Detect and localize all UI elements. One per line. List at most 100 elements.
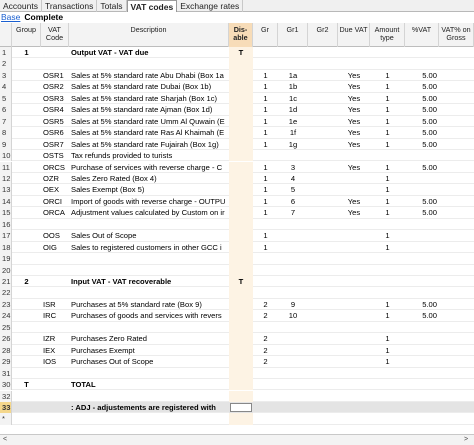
- cell-due-vat[interactable]: [338, 265, 370, 276]
- cell-gr[interactable]: [253, 402, 278, 413]
- cell-description[interactable]: Purchases Out of Scope: [69, 356, 229, 367]
- cell-due-vat[interactable]: [338, 402, 370, 413]
- cell-gr1[interactable]: [278, 322, 308, 333]
- cell-vat-on-gross[interactable]: [439, 173, 474, 184]
- cell-vat-code[interactable]: OSR7: [41, 139, 69, 150]
- cell-amount-type[interactable]: 1: [370, 162, 405, 173]
- cell-gr[interactable]: 1: [253, 162, 278, 173]
- cell-description[interactable]: Sales Zero Rated (Box 4): [69, 173, 229, 184]
- cell-group[interactable]: [12, 391, 41, 402]
- cell-vat-code[interactable]: OSTS: [41, 150, 69, 161]
- cell-amount-type[interactable]: [370, 368, 405, 379]
- cell-pct-vat[interactable]: [405, 402, 439, 413]
- cell-group[interactable]: [12, 70, 41, 81]
- cell-vat-on-gross[interactable]: [439, 276, 474, 287]
- cell-vat-on-gross[interactable]: [439, 139, 474, 150]
- cell-vat-code[interactable]: OIG: [41, 242, 69, 253]
- table-row[interactable]: 8 OSR6 Sales at 5% standard rate Ras Al Kh…: [0, 127, 474, 139]
- cell-gr1[interactable]: 7: [278, 207, 308, 218]
- cell-due-vat[interactable]: Yes: [338, 81, 370, 92]
- cell-disable[interactable]: [229, 230, 253, 242]
- table-row[interactable]: 26 IZR Purchases Zero Rated 2 1: [0, 333, 474, 345]
- cell-pct-vat[interactable]: 5.00: [405, 299, 439, 310]
- cell-gr1[interactable]: [278, 276, 308, 287]
- cell-gr2[interactable]: [308, 184, 338, 195]
- col-header-row-number[interactable]: [0, 23, 12, 47]
- cell-description[interactable]: Sales at 5% standard rate Ras Al Khaimah…: [69, 127, 229, 138]
- cell-gr[interactable]: [253, 322, 278, 333]
- cell-gr1[interactable]: [278, 356, 308, 367]
- cell-gr[interactable]: 1: [253, 184, 278, 195]
- table-row[interactable]: 23 ISR Purchases at 5% standard rate (Box …: [0, 298, 474, 311]
- cell-gr2[interactable]: [308, 196, 338, 207]
- cell-disable[interactable]: [229, 127, 253, 139]
- table-row[interactable]: 15 ORCA Adjustment values calculated by Cu…: [0, 207, 474, 219]
- cell-vat-on-gross[interactable]: [439, 196, 474, 207]
- cell-gr2[interactable]: [308, 58, 338, 69]
- cell-group[interactable]: [12, 356, 41, 367]
- cell-due-vat[interactable]: [338, 184, 370, 195]
- table-row[interactable]: 12 OZR Sales Zero Rated (Box 4) 1 4 1: [0, 172, 474, 185]
- table-row[interactable]: 14 ORCI Import of goods with reverse charg…: [0, 195, 474, 208]
- cell-gr[interactable]: 1: [253, 139, 278, 150]
- cell-disable[interactable]: [229, 241, 253, 254]
- cell-amount-type[interactable]: 1: [370, 310, 405, 321]
- cell-vat-on-gross[interactable]: [439, 379, 474, 390]
- cell-due-vat[interactable]: [338, 299, 370, 310]
- table-row[interactable]: 4 OSR2 Sales at 5% standard rate Dubai (Bo…: [0, 81, 474, 93]
- cell-gr1[interactable]: 5: [278, 184, 308, 195]
- cell-gr2[interactable]: [308, 93, 338, 104]
- cell-gr[interactable]: 1: [253, 196, 278, 207]
- cell-gr2[interactable]: [308, 265, 338, 276]
- cell-gr2[interactable]: [308, 391, 338, 402]
- cell-gr1[interactable]: 3: [278, 162, 308, 173]
- cell-group[interactable]: [12, 184, 41, 195]
- col-header-gr2[interactable]: Gr2: [308, 23, 338, 47]
- cell-amount-type[interactable]: [370, 58, 405, 69]
- cell-pct-vat[interactable]: [405, 58, 439, 69]
- cell-vat-on-gross[interactable]: [439, 391, 474, 402]
- cell-disable[interactable]: [229, 104, 253, 116]
- cell-gr[interactable]: 2: [253, 333, 278, 344]
- cell-gr[interactable]: 1: [253, 116, 278, 127]
- cell-pct-vat[interactable]: 5.00: [405, 81, 439, 92]
- cell-gr1[interactable]: [278, 402, 308, 413]
- cell-disable[interactable]: [229, 367, 253, 380]
- cell-due-vat[interactable]: [338, 253, 370, 264]
- cell-description[interactable]: [69, 58, 229, 69]
- cell-group[interactable]: [12, 207, 41, 218]
- cell-pct-vat[interactable]: [405, 253, 439, 264]
- table-row[interactable]: 31: [0, 367, 474, 380]
- cell-gr1[interactable]: 1e: [278, 116, 308, 127]
- cell-vat-on-gross[interactable]: [439, 299, 474, 310]
- cell-pct-vat[interactable]: [405, 265, 439, 276]
- cell-vat-code[interactable]: IEX: [41, 345, 69, 356]
- cell-pct-vat[interactable]: 5.00: [405, 93, 439, 104]
- cell-disable[interactable]: [229, 264, 253, 276]
- cell-vat-code[interactable]: [41, 265, 69, 276]
- cell-amount-type[interactable]: [370, 276, 405, 287]
- cell-vat-code[interactable]: ORCA: [41, 207, 69, 218]
- horizontal-scrollbar[interactable]: < >: [0, 434, 474, 445]
- cell-due-vat[interactable]: Yes: [338, 207, 370, 218]
- cell-group[interactable]: [12, 299, 41, 310]
- table-row[interactable]: 30 T TOTAL: [0, 379, 474, 391]
- cell-pct-vat[interactable]: [405, 219, 439, 230]
- cell-gr1[interactable]: [278, 242, 308, 253]
- cell-gr[interactable]: [253, 379, 278, 390]
- cell-disable[interactable]: [229, 138, 253, 151]
- cell-pct-vat[interactable]: 5.00: [405, 196, 439, 207]
- cell-vat-code[interactable]: OSR4: [41, 104, 69, 115]
- cell-disable[interactable]: [229, 81, 253, 93]
- cell-disable[interactable]: [229, 150, 253, 162]
- cell-gr1[interactable]: [278, 379, 308, 390]
- table-row[interactable]: 28 IEX Purchases Exempt 2 1: [0, 344, 474, 357]
- cell-vat-code[interactable]: ORCS: [41, 162, 69, 173]
- cell-description[interactable]: : ADJ - adjustements are registered with: [69, 402, 229, 413]
- cell-amount-type[interactable]: 1: [370, 184, 405, 195]
- table-row[interactable]: 33: ADJ - adjustements are registered wi…: [0, 401, 474, 414]
- cell-group[interactable]: [12, 81, 41, 92]
- cell-description[interactable]: Import of goods with reverse charge - OU…: [69, 196, 229, 207]
- cell-vat-on-gross[interactable]: [439, 345, 474, 356]
- cell-vat-code[interactable]: [41, 58, 69, 69]
